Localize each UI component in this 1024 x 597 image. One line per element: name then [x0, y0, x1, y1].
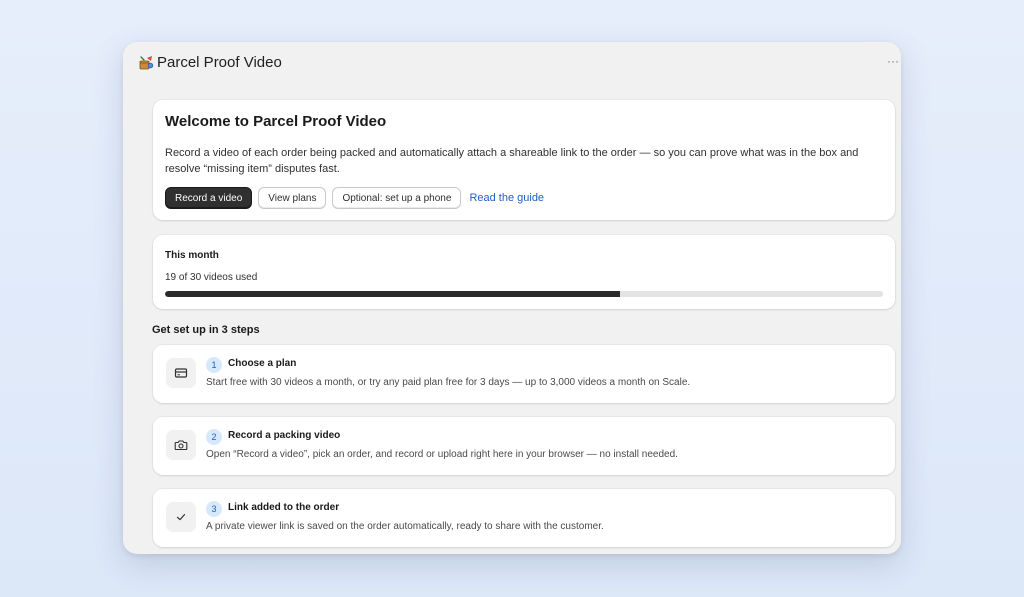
step-description: Open “Record a video”, pick an order, an… [206, 449, 678, 460]
setup-step-1: 1 Choose a plan Start free with 30 video… [153, 345, 895, 403]
setup-section-title: Get set up in 3 steps [152, 324, 260, 336]
step-description: Start free with 30 videos a month, or tr… [206, 377, 691, 388]
step-title: Choose a plan [228, 358, 297, 369]
step-title: Record a packing video [228, 430, 341, 441]
credit-card-icon [174, 368, 188, 378]
parcel-logo-icon [139, 56, 154, 70]
usage-count: 19 of 30 videos used [165, 272, 258, 283]
step-number-badge: 2 [206, 429, 222, 445]
title-bar: Parcel Proof Video ··· [123, 42, 901, 84]
welcome-actions: Record a video View plans Optional: set … [165, 187, 544, 209]
usage-progress-fill [165, 291, 620, 297]
step-icon-box [166, 502, 196, 532]
setup-step-2: 2 Record a packing video Open “Record a … [153, 417, 895, 475]
more-options-button[interactable]: ··· [887, 54, 899, 68]
app-title: Parcel Proof Video [157, 54, 282, 71]
usage-period-label: This month [165, 250, 219, 261]
setup-phone-button[interactable]: Optional: set up a phone [332, 187, 462, 209]
step-number-badge: 1 [206, 357, 222, 373]
step-icon-box [166, 430, 196, 460]
checkmark-icon [176, 514, 186, 521]
step-description: A private viewer link is saved on the or… [206, 521, 604, 532]
usage-card: This month 19 of 30 videos used [153, 235, 895, 309]
app-window: Parcel Proof Video ··· Welcome to Parcel… [123, 42, 901, 554]
read-guide-link[interactable]: Read the guide [467, 192, 544, 204]
welcome-description: Record a video of each order being packe… [165, 147, 859, 175]
camera-icon [174, 440, 188, 451]
view-plans-button[interactable]: View plans [258, 187, 327, 209]
step-title: Link added to the order [228, 502, 340, 513]
setup-step-3: 3 Link added to the order A private view… [153, 489, 895, 547]
welcome-heading: Welcome to Parcel Proof Video [165, 113, 387, 130]
main-content: Welcome to Parcel Proof Video Record a v… [123, 84, 901, 554]
usage-progress-bar [165, 291, 883, 297]
step-number-badge: 3 [206, 501, 222, 517]
step-icon-box [166, 358, 196, 388]
record-video-button[interactable]: Record a video [165, 187, 253, 209]
welcome-card: Welcome to Parcel Proof Video Record a v… [153, 100, 895, 220]
